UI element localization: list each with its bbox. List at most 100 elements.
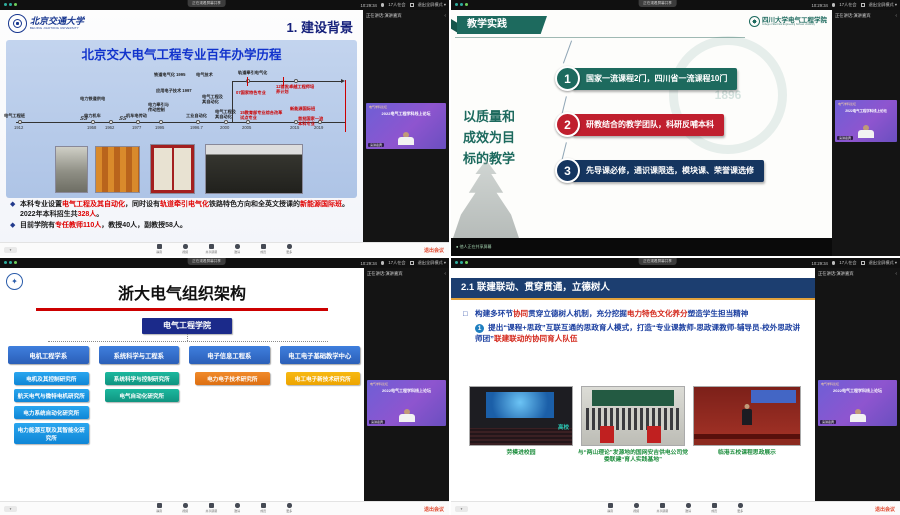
toolbar-button[interactable]: 静音 [150,244,170,254]
window-control-dots[interactable] [4,3,17,6]
toolbar-button[interactable]: 更多 [731,503,751,513]
participants-count[interactable]: 17人在会 [839,260,856,266]
window-control-dots[interactable] [4,261,17,264]
window-control-dots[interactable] [455,261,468,264]
org-institute: 电气自动化研究所 [105,389,180,402]
video-sidebar: 正在讲话:演讲嘉宾 ‹ 电气学科论坛 2022电气工程学科线上论坛 演讲嘉宾 [363,10,449,242]
org-connector [187,334,188,341]
slide-scu-teaching: 教学实践 四川大学电气工程学院 College of Electrical En… [451,10,832,238]
toolbar-button[interactable]: 共享屏幕 [202,244,222,254]
circled-number-icon: 1 [475,324,484,333]
speaker-video-tile[interactable]: 电气学科论坛 2022电气工程学科线上论坛 演讲嘉宾 [835,100,897,142]
bullet-2: ◆目前学院有专任教师110人，教授40人，副教授58人。 [10,221,355,231]
toolbar-button[interactable]: 共享屏幕 [202,503,222,513]
speaker-video-tile[interactable]: 电气学科论坛 2022电气工程学科线上论坛 演讲嘉宾 [818,380,897,426]
screen-share-pill: 正在观看屏幕共享 [187,0,226,7]
timeline-year: 1995 [155,125,164,130]
timeline-label: 电气工程班 [4,113,25,118]
bullet-segment: 新能源国际班 [300,201,342,208]
toolbar-button[interactable]: 视频 [176,244,196,254]
toolbar-icon [209,244,214,249]
toolbar-icon [738,503,743,508]
org-column-1: 电机工程学系 电机及其控制研究所航天电气与微特电机研究所电力系统自动化研究所电力… [8,346,89,444]
timeline-milestone-red: 07国家特色专业 [236,90,266,95]
leave-meeting-button[interactable]: 退出会议 [424,506,444,513]
window-control-dots[interactable] [455,3,468,6]
toolbar-button[interactable]: 成员 [705,503,725,513]
timeline-label: 工业自动化 [186,113,207,118]
speaker-video-tile[interactable]: 电气学科论坛 2022电气工程学科线上论坛 演讲嘉宾 [367,380,446,426]
org-dept: 电子信息工程系 [189,346,270,364]
item-number: 2 [555,112,580,137]
timeline-year: 1958 [87,125,96,130]
audio-device-button[interactable]: ▾ [4,506,17,512]
participants-count[interactable]: 17人在会 [388,2,405,8]
leave-meeting-button[interactable]: 退出会议 [424,247,444,254]
speaker-name-tag: 演讲嘉宾 [368,143,384,147]
exit-fullscreen-button[interactable]: 退出全屏模式 ▾ [869,2,897,8]
active-speaker-row[interactable]: 正在讲话:演讲嘉宾 ‹ [832,10,900,19]
monitor-icon [861,261,865,265]
timeline-label: 电力牵引与传动控制 [148,102,171,112]
timeline-label: 电气技术 [196,72,213,77]
toolbar-icon [209,503,214,508]
exit-fullscreen-button[interactable]: 退出全屏模式 ▾ [869,260,897,266]
participants-count[interactable]: 17人在会 [839,2,856,8]
scu-logo-name: 四川大学电气工程学院 [762,17,827,24]
window-titlebar: 正在观看屏幕共享 10:29:34 17人在会 退出全屏模式 ▾ [451,258,900,268]
toolbar-button[interactable]: 更多 [280,244,300,254]
slide-zju-orgchart: ✦ 浙大电气组织架构 电气工程学院 电机工程学系 电机及其控制研究所航天电气与微… [0,268,364,501]
bullet-segment: ，教授40人，副教授58人。 [101,222,187,229]
toolbar-button[interactable]: 更多 [280,503,300,513]
thumb-banner: 2022电气工程学科线上论坛 [840,108,893,113]
participants-count[interactable]: 17人在会 [388,260,405,266]
org-column-4: 电工电子基础教学中心 电工电子新技术研究所 [280,346,361,444]
thumb-chip: 电气学科论坛 [838,102,856,106]
active-speaker-row[interactable]: 正在讲话:演讲嘉宾 ‹ [364,268,449,277]
toolbar-button[interactable]: 成员 [254,244,274,254]
toolbar-button[interactable]: 视频 [176,503,196,513]
share-indicator-strip: ● 他人正在共享屏幕 [451,238,832,256]
text-segment: 构建多环节 [475,309,513,318]
leave-meeting-button[interactable]: 退出会议 [875,506,895,513]
speaker-silhouette [397,409,417,424]
exit-fullscreen-button[interactable]: 退出全屏模式 ▾ [418,2,446,8]
speaker-name-tag: 演讲嘉宾 [820,420,836,424]
active-speaker-label: 正在讲话:演讲嘉宾 [818,271,854,277]
text-segment: 电力特色文化养分 [627,309,688,318]
collapse-icon[interactable]: ‹ [444,272,446,276]
timeline-label: 机车电传动 [126,113,147,118]
active-speaker-row[interactable]: 正在讲话:演讲嘉宾 ‹ [363,10,449,19]
timeline-label: 应用电子技术 1997 [156,88,192,93]
active-speaker-row[interactable]: 正在讲话:演讲嘉宾 ‹ [815,268,900,277]
speaker-video-tile[interactable]: 电气学科论坛 2022电气工程学科线上论坛 演讲嘉宾 [366,103,446,149]
toolbar-icon [608,503,613,508]
photo-watermark: 高校 [558,423,569,431]
toolbar-button[interactable]: 邀请 [228,244,248,254]
timeline-milestone-red: 12首批卓越工程师培养计划 [276,84,316,94]
toolbar-button[interactable]: 共享屏幕 [653,503,673,513]
toolbar-button[interactable]: 邀请 [228,503,248,513]
toolbar-button[interactable]: 邀请 [679,503,699,513]
collapse-icon[interactable]: ‹ [444,14,446,18]
toolbar-button[interactable]: 视频 [627,503,647,513]
collapse-icon[interactable]: ‹ [895,272,897,276]
timeline-label: 电气工程及其自动化 [215,109,237,119]
header-accent [451,19,458,33]
meeting-window-zju: 正在观看屏幕共享 10:29:34 17人在会 退出全屏模式 ▾ ✦ 浙大电气组… [0,258,449,515]
share-hint-text: ● 他人正在共享屏幕 [456,244,492,250]
video-sidebar: 正在讲话:演讲嘉宾 ‹ 电气学科论坛 2022电气工程学科线上论坛 演讲嘉宾 [832,10,900,256]
collapse-icon[interactable]: ‹ [895,14,897,18]
org-dept: 系统科学与工程系 [99,346,180,364]
photo-certificates [150,144,195,194]
audio-device-button[interactable]: ▾ [4,247,17,253]
exit-fullscreen-button[interactable]: 退出全屏模式 ▾ [418,260,446,266]
toolbar-button[interactable]: 静音 [150,503,170,513]
timeline-label: 铁道电气化 1995 [154,72,185,77]
toolbar-icon [686,503,691,508]
bullet-segment: 轨道牵引电气化 [160,201,209,208]
toolbar-button[interactable]: 成员 [254,503,274,513]
toolbar-button[interactable]: 静音 [601,503,621,513]
thumb-banner: 2022电气工程学科线上论坛 [367,388,446,394]
audio-device-button[interactable]: ▾ [455,506,468,512]
